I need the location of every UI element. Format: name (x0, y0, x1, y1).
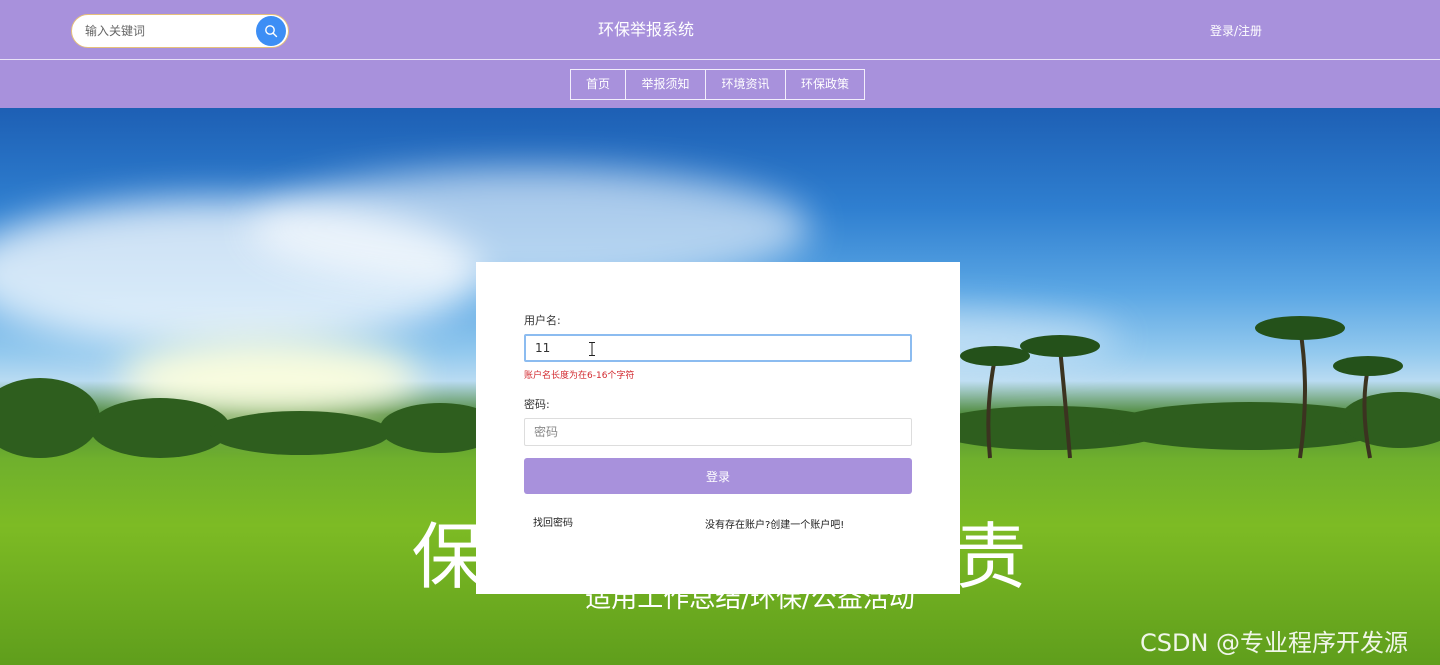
password-label: 密码: (524, 398, 550, 411)
password-input[interactable] (524, 418, 912, 446)
text-cursor-icon (589, 342, 595, 356)
login-form: 用户名: 账户名长度为在6-16个字符 密码: 登录 找回密码 没有存在账户?创… (476, 262, 960, 594)
main-nav: 首页 举报须知 环境资讯 环保政策 (0, 60, 1440, 108)
nav-item-env-policy[interactable]: 环保政策 (785, 69, 865, 100)
nav-item-home[interactable]: 首页 (570, 69, 626, 100)
forgot-password-link[interactable]: 找回密码 (533, 514, 573, 529)
register-link[interactable]: 没有存在账户?创建一个账户吧! (705, 516, 844, 531)
login-button[interactable]: 登录 (524, 458, 912, 494)
site-title: 环保举报系统 (597, 20, 694, 39)
top-header: 环保举报系统 登录/注册 (0, 0, 1440, 60)
nav-item-report-notice[interactable]: 举报须知 (625, 69, 706, 100)
watermark: CSDN @专业程序开发源 (1140, 629, 1409, 657)
username-label: 用户名: (524, 314, 561, 327)
nav-item-env-news[interactable]: 环境资讯 (705, 69, 786, 100)
username-input[interactable] (524, 334, 912, 362)
login-register-link[interactable]: 登录/注册 (1210, 22, 1262, 39)
username-error: 账户名长度为在6-16个字符 (524, 371, 635, 381)
nav-list: 首页 举报须知 环境资讯 环保政策 (570, 69, 865, 100)
